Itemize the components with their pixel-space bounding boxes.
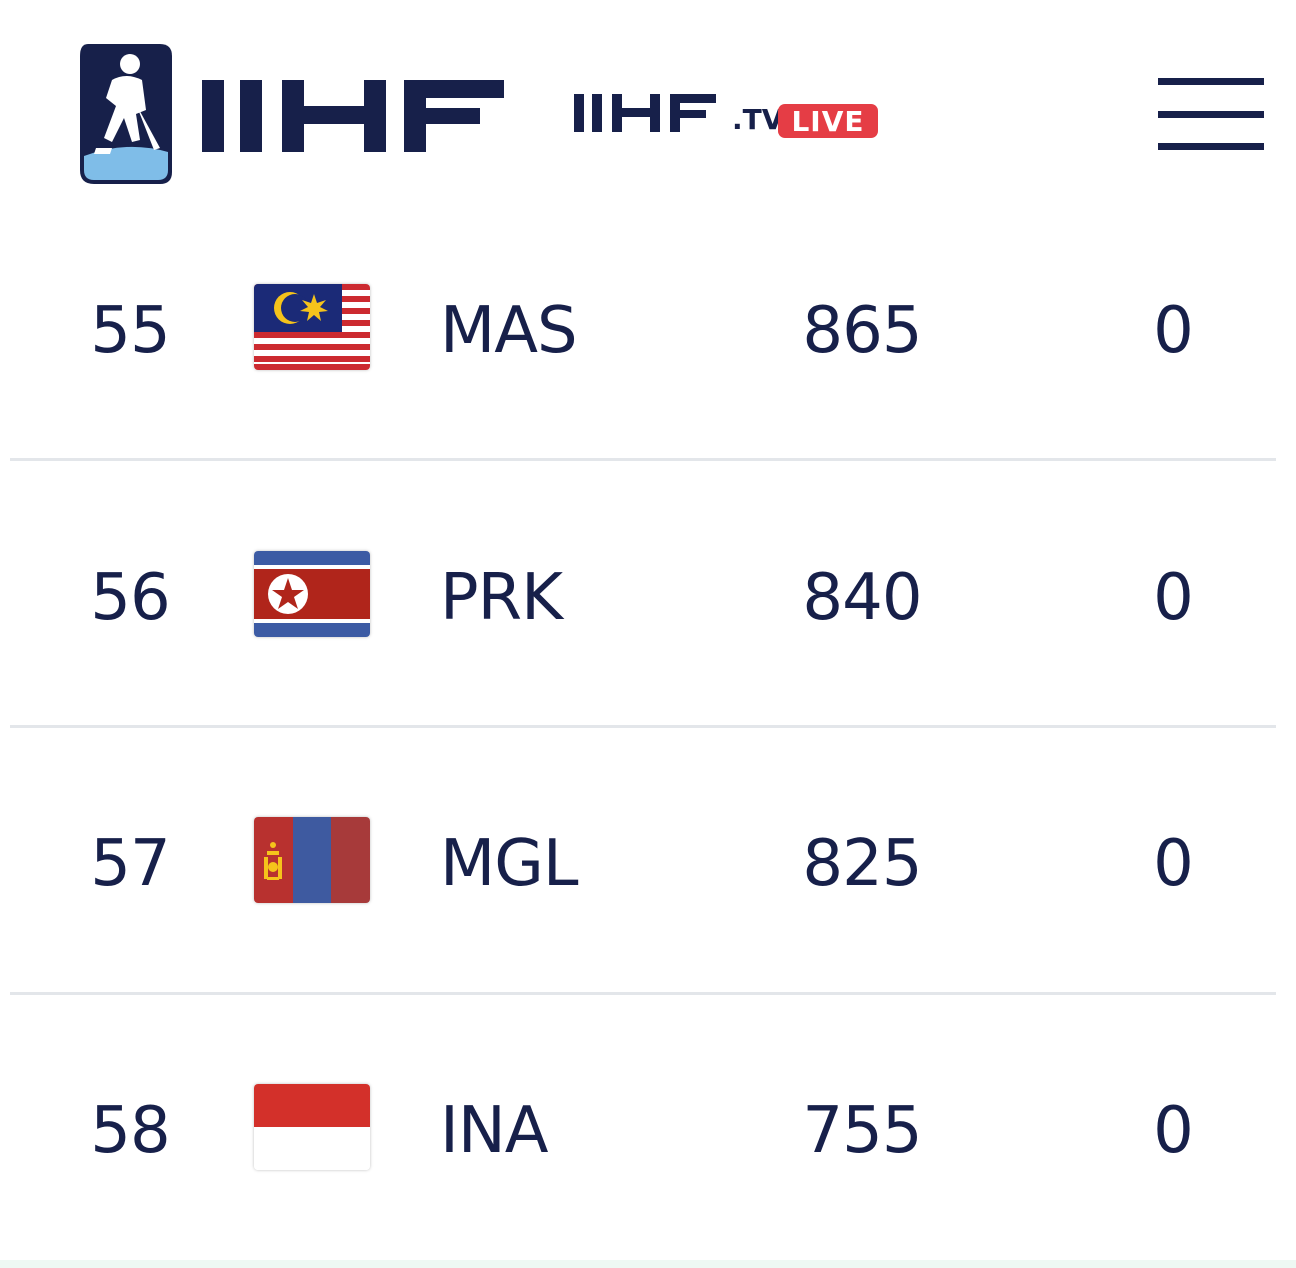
menu-line (1158, 111, 1264, 118)
hamburger-menu-icon[interactable] (1158, 78, 1264, 150)
value-cell: 0 (1153, 827, 1194, 901)
mongolia-flag-icon (254, 817, 370, 903)
ihf-tv-live-logo[interactable]: .TV LIVE (572, 92, 882, 142)
points-cell: 825 (802, 827, 922, 901)
indonesia-flag-icon (254, 1084, 370, 1170)
team-code-cell: PRK (440, 561, 563, 635)
rank-cell: 55 (90, 294, 170, 368)
points-cell: 840 (802, 561, 922, 635)
points-cell: 755 (802, 1094, 922, 1168)
ihf-wordmark (202, 80, 504, 152)
menu-line (1158, 78, 1264, 85)
team-code-cell: INA (440, 1094, 549, 1168)
malaysia-flag-icon (254, 284, 370, 370)
points-cell: 865 (802, 294, 922, 368)
rank-cell: 57 (90, 827, 170, 901)
value-cell: 0 (1153, 1094, 1194, 1168)
ihf-tv-wordmark (574, 94, 716, 132)
table-row[interactable]: 57 MGL 825 0 (0, 729, 1296, 995)
row-divider (10, 992, 1276, 995)
tv-suffix-text: .TV (732, 103, 784, 136)
north-korea-flag-icon (254, 551, 370, 637)
rank-cell: 58 (90, 1094, 170, 1168)
value-cell: 0 (1153, 561, 1194, 635)
team-code-cell: MGL (440, 827, 578, 901)
table-row[interactable]: 55 MAS 865 0 (0, 196, 1296, 462)
row-divider (10, 458, 1276, 461)
bottom-strip (0, 1260, 1296, 1268)
value-cell: 0 (1153, 294, 1194, 368)
team-code-cell: MAS (440, 294, 578, 368)
ihf-hockey-player-logo[interactable] (76, 44, 172, 188)
live-badge: LIVE (778, 104, 878, 138)
row-divider (10, 725, 1276, 728)
table-row[interactable]: 58 INA 755 0 (0, 996, 1296, 1262)
rank-cell: 56 (90, 561, 170, 635)
menu-line (1158, 143, 1264, 150)
table-row[interactable]: 56 PRK 840 0 (0, 463, 1296, 729)
site-header: .TV LIVE (0, 0, 1296, 200)
